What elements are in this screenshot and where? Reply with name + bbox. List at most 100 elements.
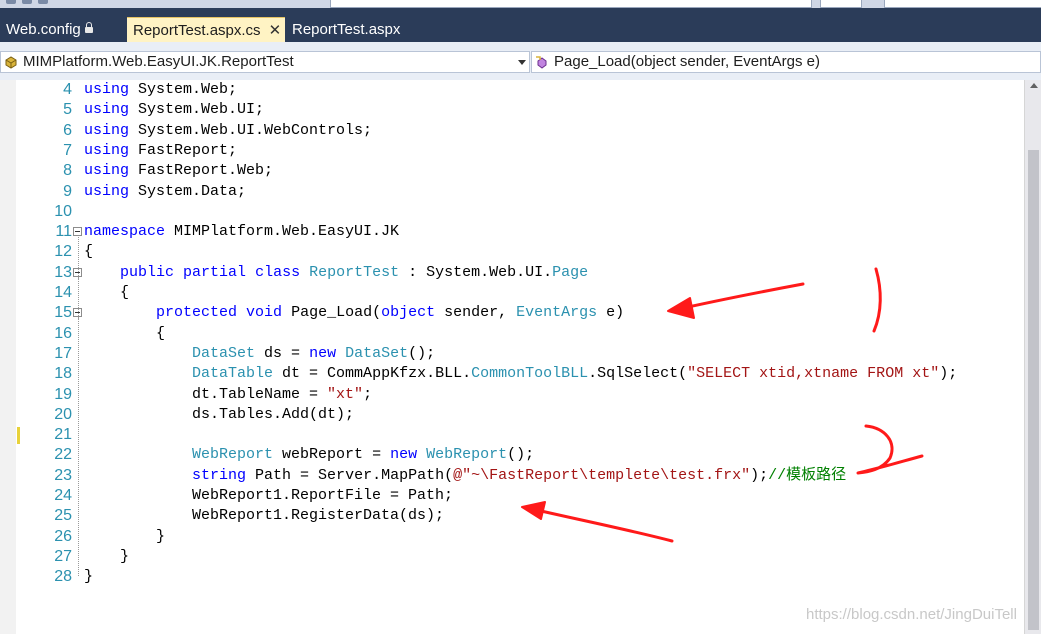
code-token: } xyxy=(84,547,130,565)
code-token: ds.Tables.Add(dt); xyxy=(84,405,355,423)
tab-reporttest-aspx[interactable]: ReportTest.aspx xyxy=(286,17,406,42)
code-token: ; xyxy=(363,385,373,403)
code-token: "xt" xyxy=(327,385,364,403)
code-text: string Path = Server.MapPath(@"~\FastRep… xyxy=(84,466,846,486)
code-token: e) xyxy=(597,304,625,322)
line-number: 19 xyxy=(54,385,72,403)
code-line[interactable]: 11 namespace MIMPlatform.Web.EasyUI.JK xyxy=(0,222,1020,242)
line-number: 8 xyxy=(63,162,72,180)
code-line[interactable]: 12 { xyxy=(0,242,1020,262)
line-number: 15 xyxy=(54,304,72,322)
line-number: 21 xyxy=(54,426,72,444)
code-line[interactable]: 16 { xyxy=(0,324,1020,344)
toolbar-search[interactable] xyxy=(884,0,1041,8)
code-text: protected void Page_Load(object sender, … xyxy=(84,303,624,323)
code-token: ReportTest xyxy=(309,263,400,281)
scroll-thumb[interactable] xyxy=(1028,150,1039,630)
line-number: 7 xyxy=(63,141,72,159)
code-line[interactable]: 6 using System.Web.UI.WebControls; xyxy=(0,121,1020,141)
toolbar-icon[interactable] xyxy=(22,0,32,4)
code-token: using xyxy=(84,121,130,139)
type-selector-value: MIMPlatform.Web.EasyUI.JK.ReportTest xyxy=(23,53,294,70)
code-editor[interactable]: 4 using System.Web; 5 using System.Web.UI; 6… xyxy=(0,80,1041,634)
code-line[interactable]: 25 WebReport1.RegisterData(ds); xyxy=(0,506,1020,526)
line-number: 11 xyxy=(55,223,72,241)
member-selector-value: Page_Load(object sender, EventArgs e) xyxy=(554,53,821,70)
code-line[interactable]: 20 ds.Tables.Add(dt); xyxy=(0,405,1020,425)
code-text: using System.Web.UI; xyxy=(84,100,264,120)
tab-web-config[interactable]: Web.config xyxy=(0,17,104,42)
line-number: 27 xyxy=(54,547,72,565)
code-line[interactable]: 28} xyxy=(0,567,1020,587)
line-number: 16 xyxy=(54,324,72,342)
code-text: { xyxy=(84,242,93,262)
code-token: WebReport1.ReportFile = Path; xyxy=(84,487,454,504)
code-text: { xyxy=(84,324,165,344)
code-token: class xyxy=(255,263,301,281)
code-token: System.Web; xyxy=(129,81,238,98)
code-line[interactable]: 4 using System.Web; xyxy=(0,80,1020,100)
line-number: 12 xyxy=(54,243,72,261)
member-selector[interactable]: Page_Load(object sender, EventArgs e) xyxy=(531,51,1041,73)
code-token: WebReport xyxy=(426,446,508,464)
code-token: using xyxy=(84,81,130,98)
code-token: } xyxy=(84,527,166,545)
vertical-scrollbar[interactable] xyxy=(1024,80,1041,634)
code-line[interactable]: 19 dt.TableName = "xt"; xyxy=(0,385,1020,405)
code-text: WebReport webReport = new WebReport(); xyxy=(84,445,534,465)
code-line[interactable]: 27 } xyxy=(0,547,1020,567)
code-line[interactable]: 23 string Path = Server.MapPath(@"~\Fast… xyxy=(0,466,1020,486)
code-line[interactable]: 22 WebReport webReport = new WebReport()… xyxy=(0,445,1020,465)
change-marker xyxy=(17,427,20,445)
line-number: 13 xyxy=(54,263,72,281)
code-token: public xyxy=(120,263,175,281)
toolbar-combo[interactable] xyxy=(330,0,812,8)
code-line[interactable]: 7 using FastReport; xyxy=(0,141,1020,161)
code-line[interactable]: 9 using System.Data; xyxy=(0,182,1020,202)
code-text: } xyxy=(84,567,93,587)
scroll-up-arrow-icon[interactable] xyxy=(1030,83,1038,88)
code-text: namespace MIMPlatform.Web.EasyUI.JK xyxy=(84,222,399,242)
code-line[interactable]: 18 DataTable dt = CommAppKfzx.BLL.Common… xyxy=(0,364,1020,384)
document-tab-bar: Web.config ReportTest.aspx.cs ✕ ReportTes… xyxy=(0,8,1041,42)
line-number: 9 xyxy=(63,182,72,200)
tab-reporttest-aspx-cs[interactable]: ReportTest.aspx.cs ✕ xyxy=(127,17,285,42)
dropdown-arrow-icon xyxy=(518,60,526,65)
line-number: 5 xyxy=(63,101,72,119)
code-line[interactable]: 5 using System.Web.UI; xyxy=(0,100,1020,120)
code-token: } xyxy=(84,568,94,586)
line-number: 6 xyxy=(63,121,72,139)
code-line[interactable]: 10 xyxy=(0,202,1020,222)
close-icon[interactable]: ✕ xyxy=(269,18,282,43)
code-line[interactable]: 14 { xyxy=(0,283,1020,303)
code-token: DataSet xyxy=(192,344,256,362)
code-line[interactable]: 13 public partial class ReportTest : Sys… xyxy=(0,263,1020,283)
line-number: 28 xyxy=(54,568,72,586)
code-line[interactable]: 21 xyxy=(0,425,1020,445)
toolbar-icon[interactable] xyxy=(38,0,48,4)
code-token: partial xyxy=(183,263,247,281)
code-token: using xyxy=(84,101,130,119)
toolbar-icon[interactable] xyxy=(6,0,16,4)
code-text: { xyxy=(84,283,129,303)
code-token: protected xyxy=(156,304,238,322)
toolbar-combo[interactable] xyxy=(820,0,862,8)
line-number: 14 xyxy=(54,284,72,301)
code-line[interactable]: 24 WebReport1.ReportFile = Path; xyxy=(0,486,1020,506)
code-line[interactable]: 8 using FastReport.Web; xyxy=(0,161,1020,181)
type-selector[interactable]: MIMPlatform.Web.EasyUI.JK.ReportTest xyxy=(0,51,530,73)
code-line[interactable]: 15 protected void Page_Load(object sende… xyxy=(0,303,1020,323)
code-line[interactable]: 17 DataSet ds = new DataSet(); xyxy=(0,344,1020,364)
collapse-toggle-icon[interactable] xyxy=(73,227,82,237)
code-token: new xyxy=(390,446,418,464)
code-token: FastReport; xyxy=(129,141,238,159)
code-text: public partial class ReportTest : System… xyxy=(84,263,588,283)
code-line[interactable]: 26 } xyxy=(0,527,1020,547)
watermark: https://blog.csdn.net/JingDuiTell xyxy=(806,606,1017,623)
